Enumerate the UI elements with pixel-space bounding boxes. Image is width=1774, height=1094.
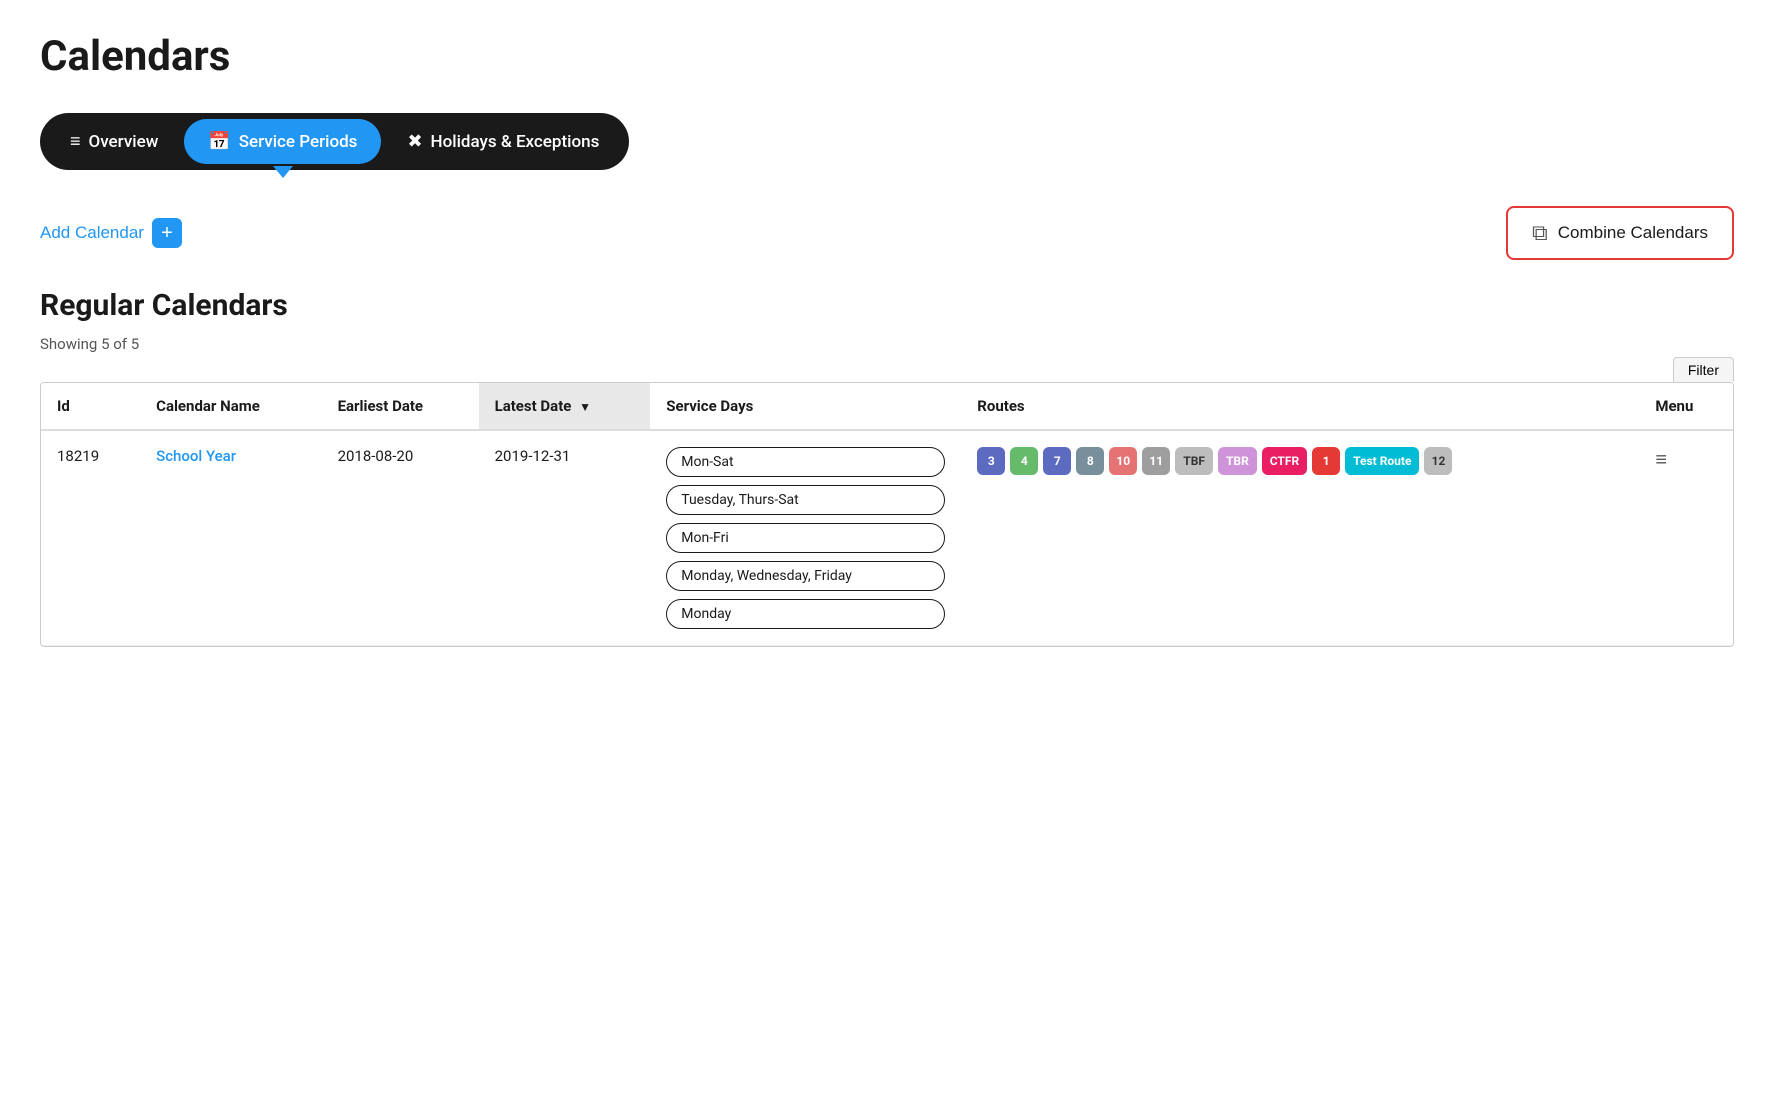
route-badge[interactable]: Test Route (1345, 447, 1419, 475)
cell-routes: 34781011TBFTBRCTFR1Test Route12 (961, 430, 1639, 646)
section-title: Regular Calendars (40, 288, 1734, 323)
route-badge[interactable]: 4 (1010, 447, 1038, 475)
cell-service-days: Mon-Sat Tuesday, Thurs-Sat Mon-Fri Monday, … (650, 430, 961, 646)
hamburger-menu-icon[interactable]: ≡ (1655, 447, 1667, 471)
calendars-table-wrapper: Id Calendar Name Earliest Date Latest Da… (40, 382, 1734, 647)
route-badge[interactable]: 12 (1424, 447, 1452, 475)
cell-id: 18219 (41, 430, 140, 646)
add-calendar-plus-icon: + (152, 218, 182, 248)
cell-earliest-date: 2018-08-20 (322, 430, 479, 646)
table-header-row: Id Calendar Name Earliest Date Latest Da… (41, 383, 1733, 430)
route-badge[interactable]: 7 (1043, 447, 1071, 475)
filter-button[interactable]: Filter (1673, 357, 1734, 382)
cell-calendar-name[interactable]: School Year (140, 430, 321, 646)
calendar-name-link[interactable]: School Year (156, 447, 236, 465)
col-id: Id (41, 383, 140, 430)
route-badge[interactable]: 1 (1312, 447, 1340, 475)
service-day-badge: Mon-Sat (666, 447, 945, 477)
route-badge[interactable]: TBR (1218, 447, 1257, 475)
overview-icon: ≡ (70, 131, 81, 152)
filter-row: Filter (40, 357, 1734, 382)
table-row: 18219School Year2018-08-202019-12-31Mon-… (41, 430, 1733, 646)
col-routes: Routes (961, 383, 1639, 430)
service-day-badge: Monday (666, 599, 945, 629)
showing-count: Showing 5 of 5 (40, 335, 1734, 353)
holidays-icon: ✖ (407, 131, 422, 152)
route-badge[interactable]: 3 (977, 447, 1005, 475)
col-earliest-date: Earliest Date (322, 383, 479, 430)
add-calendar-button[interactable]: Add Calendar + (40, 218, 182, 248)
route-badge[interactable]: 11 (1142, 447, 1170, 475)
sort-arrow-icon: ▼ (579, 400, 591, 414)
service-day-badge: Tuesday, Thurs-Sat (666, 485, 945, 515)
tab-overview[interactable]: ≡ Overview (46, 119, 182, 164)
service-periods-icon: 📅 (208, 131, 230, 152)
actions-row: Add Calendar + ⧉ Combine Calendars (40, 206, 1734, 260)
tab-holidays-exceptions[interactable]: ✖ Holidays & Exceptions (383, 119, 623, 164)
col-menu: Menu (1639, 383, 1733, 430)
col-calendar-name: Calendar Name (140, 383, 321, 430)
tabs-nav: ≡ Overview 📅 Service Periods ✖ Holidays … (40, 113, 629, 170)
cell-menu[interactable]: ≡ (1639, 430, 1733, 646)
service-day-badge: Mon-Fri (666, 523, 945, 553)
calendars-table: Id Calendar Name Earliest Date Latest Da… (41, 383, 1733, 646)
route-badge[interactable]: TBF (1175, 447, 1213, 475)
tab-service-periods[interactable]: 📅 Service Periods (184, 119, 381, 164)
combine-calendars-button[interactable]: ⧉ Combine Calendars (1506, 206, 1734, 260)
combine-icon: ⧉ (1532, 220, 1548, 246)
col-latest-date[interactable]: Latest Date ▼ (479, 383, 651, 430)
route-badge[interactable]: CTFR (1262, 447, 1307, 475)
route-badge[interactable]: 8 (1076, 447, 1104, 475)
page-title: Calendars (40, 32, 1734, 81)
service-day-badge: Monday, Wednesday, Friday (666, 561, 945, 591)
route-badge[interactable]: 10 (1109, 447, 1137, 475)
cell-latest-date: 2019-12-31 (479, 430, 651, 646)
col-service-days: Service Days (650, 383, 961, 430)
